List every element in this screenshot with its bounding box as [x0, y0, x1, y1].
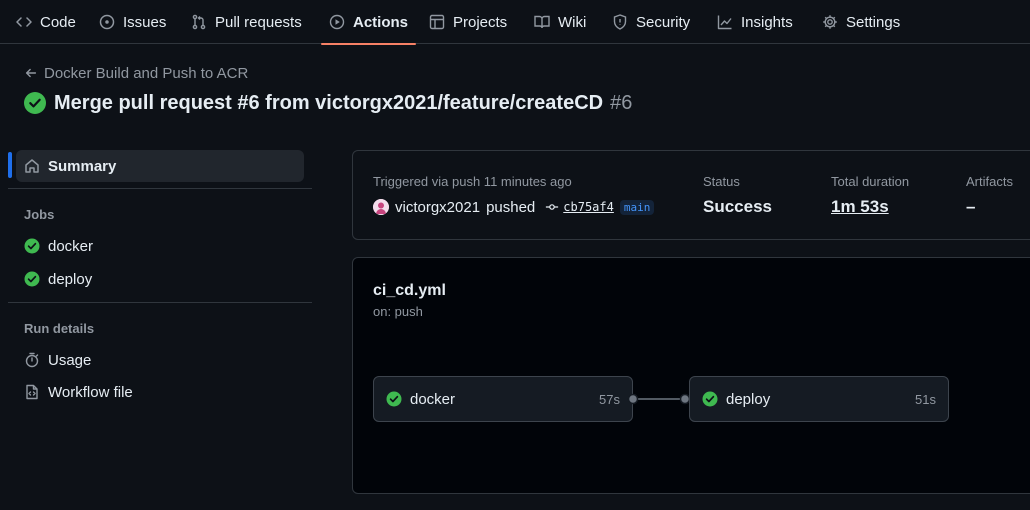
- actor-name[interactable]: victorgx2021: [395, 199, 480, 216]
- stopwatch-icon: [25, 352, 39, 368]
- tab-projects[interactable]: Projects: [429, 0, 507, 44]
- sidebar-item-job-deploy[interactable]: deploy: [16, 263, 304, 295]
- job-connector: [627, 393, 691, 405]
- git-commit-icon: [546, 204, 559, 210]
- artifacts-value: –: [966, 197, 976, 216]
- tab-settings[interactable]: Settings: [822, 0, 900, 44]
- job-card-docker[interactable]: docker 57s: [373, 376, 633, 422]
- tab-actions[interactable]: Actions: [320, 0, 417, 45]
- back-to-workflow-link[interactable]: Docker Build and Push to ACR: [24, 64, 248, 82]
- repo-nav: Code Issues Pull requests Actions Projec…: [0, 0, 1030, 45]
- run-summary-panel: Triggered via push 11 minutes ago victor…: [352, 150, 1030, 240]
- job-duration: 57s: [599, 391, 620, 407]
- sidebar-item-summary[interactable]: Summary: [16, 150, 304, 182]
- trigger-details: victorgx2021 pushed cb75af4 main: [373, 197, 655, 217]
- job-name: deploy: [726, 390, 771, 408]
- sidebar-item-label: Workflow file: [48, 383, 133, 401]
- issue-opened-icon: [99, 14, 115, 30]
- tab-security[interactable]: Security: [612, 0, 690, 44]
- duration-value[interactable]: 1m 53s: [831, 197, 889, 217]
- sidebar-item-label: deploy: [48, 270, 93, 288]
- tab-pull-requests[interactable]: Pull requests: [191, 0, 302, 44]
- tab-code[interactable]: Code: [16, 0, 76, 44]
- file-code-icon: [26, 384, 38, 400]
- code-icon: [16, 17, 32, 27]
- tab-label: Actions: [353, 13, 409, 31]
- workflow-graph-panel: ci_cd.yml on: push docker 57s deploy 51s: [352, 257, 1030, 494]
- graph-icon: [717, 15, 732, 30]
- workflow-trigger: on: push: [373, 304, 423, 319]
- shield-icon: [613, 14, 627, 30]
- job-card-deploy[interactable]: deploy 51s: [689, 376, 949, 422]
- job-name: docker: [410, 390, 456, 408]
- status-label: Status: [703, 174, 740, 189]
- sidebar-item-label: Summary: [48, 157, 117, 175]
- tab-label: Settings: [846, 13, 901, 31]
- sidebar-item-usage[interactable]: Usage: [16, 344, 304, 376]
- commit-link[interactable]: cb75af4: [545, 200, 614, 214]
- book-icon: [534, 15, 550, 29]
- avatar[interactable]: [373, 199, 389, 215]
- tab-label: Projects: [453, 13, 508, 31]
- check-circle-fill-icon: [386, 391, 402, 407]
- tab-wiki[interactable]: Wiki: [534, 0, 586, 44]
- commit-sha: cb75af4: [563, 200, 614, 214]
- page-title: Merge pull request #6 from victorgx2021/…: [24, 90, 632, 116]
- arrow-left-icon: [25, 68, 37, 78]
- tab-label: Pull requests: [215, 13, 302, 31]
- check-circle-fill-icon: [24, 92, 46, 114]
- tab-label: Wiki: [558, 13, 587, 31]
- back-link-label: Docker Build and Push to ACR: [44, 64, 249, 82]
- table-icon: [429, 14, 445, 30]
- tab-label: Security: [636, 13, 691, 31]
- branch-label[interactable]: main: [619, 199, 655, 215]
- selected-indicator: [8, 152, 12, 178]
- sidebar-divider: [8, 188, 312, 189]
- tab-label: Code: [40, 13, 76, 31]
- tab-insights[interactable]: Insights: [717, 0, 793, 44]
- check-circle-fill-icon: [24, 238, 40, 254]
- sidebar-item-label: Usage: [48, 351, 92, 369]
- sidebar-item-workflow-file[interactable]: Workflow file: [16, 376, 304, 408]
- tab-label: Issues: [123, 13, 167, 31]
- workflow-file-name: ci_cd.yml: [373, 282, 446, 299]
- sidebar-item-job-docker[interactable]: docker: [16, 230, 304, 262]
- play-icon: [329, 14, 345, 30]
- check-circle-fill-icon: [24, 271, 40, 287]
- sidebar-item-label: docker: [48, 237, 94, 255]
- jobs-heading: Jobs: [24, 207, 55, 222]
- trigger-action: pushed: [486, 198, 536, 216]
- trigger-label: Triggered via push 11 minutes ago: [373, 174, 572, 189]
- home-icon: [25, 159, 39, 173]
- sidebar-divider: [8, 302, 312, 303]
- run-details-heading: Run details: [24, 321, 95, 336]
- tab-issues[interactable]: Issues: [99, 0, 166, 44]
- avatar-icon: [373, 199, 389, 215]
- job-duration: 51s: [915, 391, 936, 407]
- tab-label: Insights: [741, 13, 793, 31]
- run-title-text: Merge pull request #6 from victorgx2021/…: [54, 91, 604, 114]
- status-value: Success: [703, 197, 772, 216]
- duration-label: Total duration: [831, 174, 910, 189]
- artifacts-label: Artifacts: [966, 174, 1013, 189]
- git-pull-request-icon: [192, 14, 206, 30]
- gear-icon: [823, 15, 837, 29]
- check-circle-fill-icon: [702, 391, 718, 407]
- run-number: #6: [610, 91, 633, 114]
